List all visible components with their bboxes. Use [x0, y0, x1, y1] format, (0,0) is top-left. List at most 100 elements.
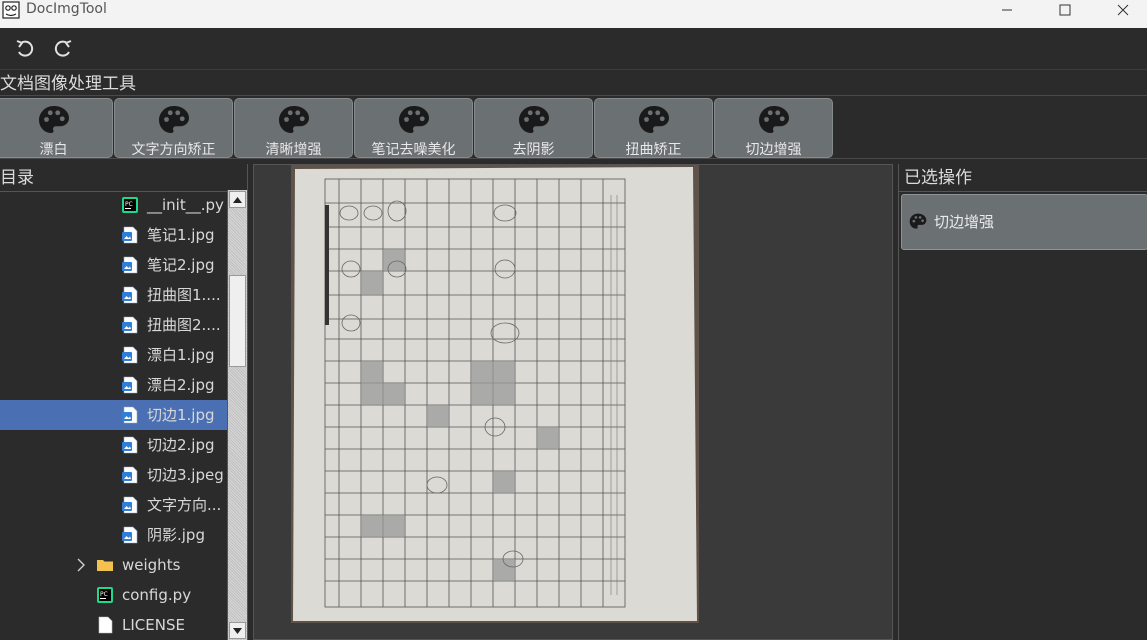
tree-item-label: __init__.py: [147, 196, 224, 214]
image-file-icon: [122, 256, 138, 274]
palette-icon: [519, 106, 549, 133]
image-file-icon: [122, 526, 138, 544]
tree-folder-item[interactable]: weights: [0, 550, 227, 580]
palette-icon: [39, 106, 69, 133]
operation-button-1[interactable]: 漂白: [0, 98, 113, 158]
palette-icon: [279, 106, 309, 133]
folder-icon: [97, 560, 113, 571]
operation-button-label: 切边增强: [745, 142, 802, 158]
tree-file-item[interactable]: 笔记2.jpg: [0, 250, 227, 280]
tree-file-item[interactable]: 扭曲图1....: [0, 280, 227, 310]
operation-button-label: 扭曲矫正: [625, 142, 682, 158]
tree-item-label: 文字方向...: [147, 496, 222, 514]
scroll-down-button[interactable]: [229, 622, 246, 639]
image-file-icon: [122, 286, 138, 304]
directory-title: 目录: [0, 168, 34, 188]
tree-item-label: 笔记1.jpg: [147, 226, 215, 244]
svg-text:PC: PC: [125, 201, 133, 208]
toolbar: [0, 28, 1147, 70]
tree-item-label: weights: [122, 556, 181, 574]
operation-button-label: 清晰增强: [265, 142, 322, 158]
window-title: DocImgTool: [26, 1, 107, 17]
scroll-thumb[interactable]: [229, 275, 246, 367]
tree-item-label: 切边2.jpg: [147, 436, 215, 454]
maximize-icon: [1059, 4, 1071, 16]
selected-operation-item[interactable]: 切边增强: [901, 194, 1147, 250]
image-file-icon: [122, 436, 138, 454]
svg-text:PC: PC: [100, 591, 108, 598]
image-file-icon: [122, 376, 138, 394]
image-file-icon: [122, 466, 138, 484]
redo-icon: [54, 40, 72, 57]
tree-file-item[interactable]: 阴影.jpg: [0, 520, 227, 550]
operation-button-label: 去阴影: [512, 142, 555, 158]
operation-button-2[interactable]: 文字方向矫正: [114, 98, 233, 158]
operations-title: 文档图像处理工具: [0, 74, 136, 94]
selected-operation-label: 切边增强: [934, 213, 995, 231]
selected-operations-title: 已选操作: [904, 168, 972, 188]
image-viewer: [253, 164, 893, 640]
tree-item-label: 阴影.jpg: [147, 526, 205, 544]
tree-file-item[interactable]: PC config.py: [0, 580, 227, 610]
redo-button[interactable]: [50, 36, 76, 62]
image-file-icon: [122, 496, 138, 514]
close-button[interactable]: [1100, 0, 1146, 20]
tree-file-item[interactable]: 漂白1.jpg: [0, 340, 227, 370]
image-file-icon: [122, 406, 138, 424]
image-file-icon: [122, 226, 138, 244]
arrow-up-icon: [233, 196, 242, 203]
image-file-icon: [122, 316, 138, 334]
operations-bar: 漂白 文字方向矫正 清晰增强 笔记去噪美化 去阴影 扭曲矫正 切边增强: [0, 95, 1147, 159]
selected-operations-panel: 已选操作 切边增强: [898, 164, 1147, 640]
operation-button-label: 文字方向矫正: [131, 142, 216, 158]
minimize-icon: [1002, 9, 1012, 11]
tree-file-item[interactable]: 切边3.jpeg: [0, 460, 227, 490]
tree-item-label: 切边3.jpeg: [147, 466, 224, 484]
pycharm-file-icon: PC: [122, 197, 138, 213]
tree-file-item[interactable]: 文字方向...: [0, 490, 227, 520]
scroll-up-button[interactable]: [229, 191, 246, 208]
tree-item-label: 扭曲图2....: [147, 316, 221, 334]
operation-button-5[interactable]: 去阴影: [474, 98, 593, 158]
operation-button-7[interactable]: 切边增强: [714, 98, 833, 158]
tree-item-label: LICENSE: [122, 616, 185, 634]
operation-button-4[interactable]: 笔记去噪美化: [354, 98, 473, 158]
maximize-button[interactable]: [1042, 0, 1088, 20]
operation-button-3[interactable]: 清晰增强: [234, 98, 353, 158]
text-file-icon: [98, 616, 113, 634]
close-icon: [1117, 4, 1129, 16]
palette-icon: [759, 106, 789, 133]
tree-file-item[interactable]: 漂白2.jpg: [0, 370, 227, 400]
image-file-icon: [122, 346, 138, 364]
minimize-button[interactable]: [984, 0, 1030, 20]
palette-icon: [159, 106, 189, 133]
tree-item-label: 扭曲图1....: [147, 286, 221, 304]
operation-button-label: 笔记去噪美化: [371, 142, 456, 158]
chevron-right-icon[interactable]: [75, 557, 87, 573]
tree-file-item[interactable]: 切边2.jpg: [0, 430, 227, 460]
tree-file-item[interactable]: PC __init__.py: [0, 190, 227, 220]
palette-icon: [639, 106, 669, 133]
tree-item-label: 切边1.jpg: [147, 406, 215, 424]
file-tree-scrollbar[interactable]: [227, 190, 247, 640]
palette-icon: [909, 213, 927, 229]
app-icon: [2, 1, 20, 19]
operation-button-6[interactable]: 扭曲矫正: [594, 98, 713, 158]
selected-operations-divider: [899, 191, 1147, 192]
file-tree: PC __init__.py 笔记1.jpg 笔记2.jpg 扭曲图1.... …: [0, 190, 227, 640]
tree-item-label: config.py: [122, 586, 192, 604]
tree-file-item[interactable]: LICENSE: [0, 610, 227, 640]
tree-file-item[interactable]: 切边1.jpg: [0, 400, 227, 430]
arrow-down-icon: [233, 627, 242, 634]
tree-item-label: 漂白1.jpg: [147, 346, 215, 364]
pycharm-file-icon: PC: [97, 587, 113, 603]
palette-icon: [399, 106, 429, 133]
undo-button[interactable]: [12, 36, 38, 62]
document-scan: [291, 165, 699, 623]
operation-button-label: 漂白: [39, 142, 68, 158]
tree-item-label: 漂白2.jpg: [147, 376, 215, 394]
undo-icon: [16, 40, 34, 57]
tree-file-item[interactable]: 笔记1.jpg: [0, 220, 227, 250]
tree-item-label: 笔记2.jpg: [147, 256, 215, 274]
tree-file-item[interactable]: 扭曲图2....: [0, 310, 227, 340]
